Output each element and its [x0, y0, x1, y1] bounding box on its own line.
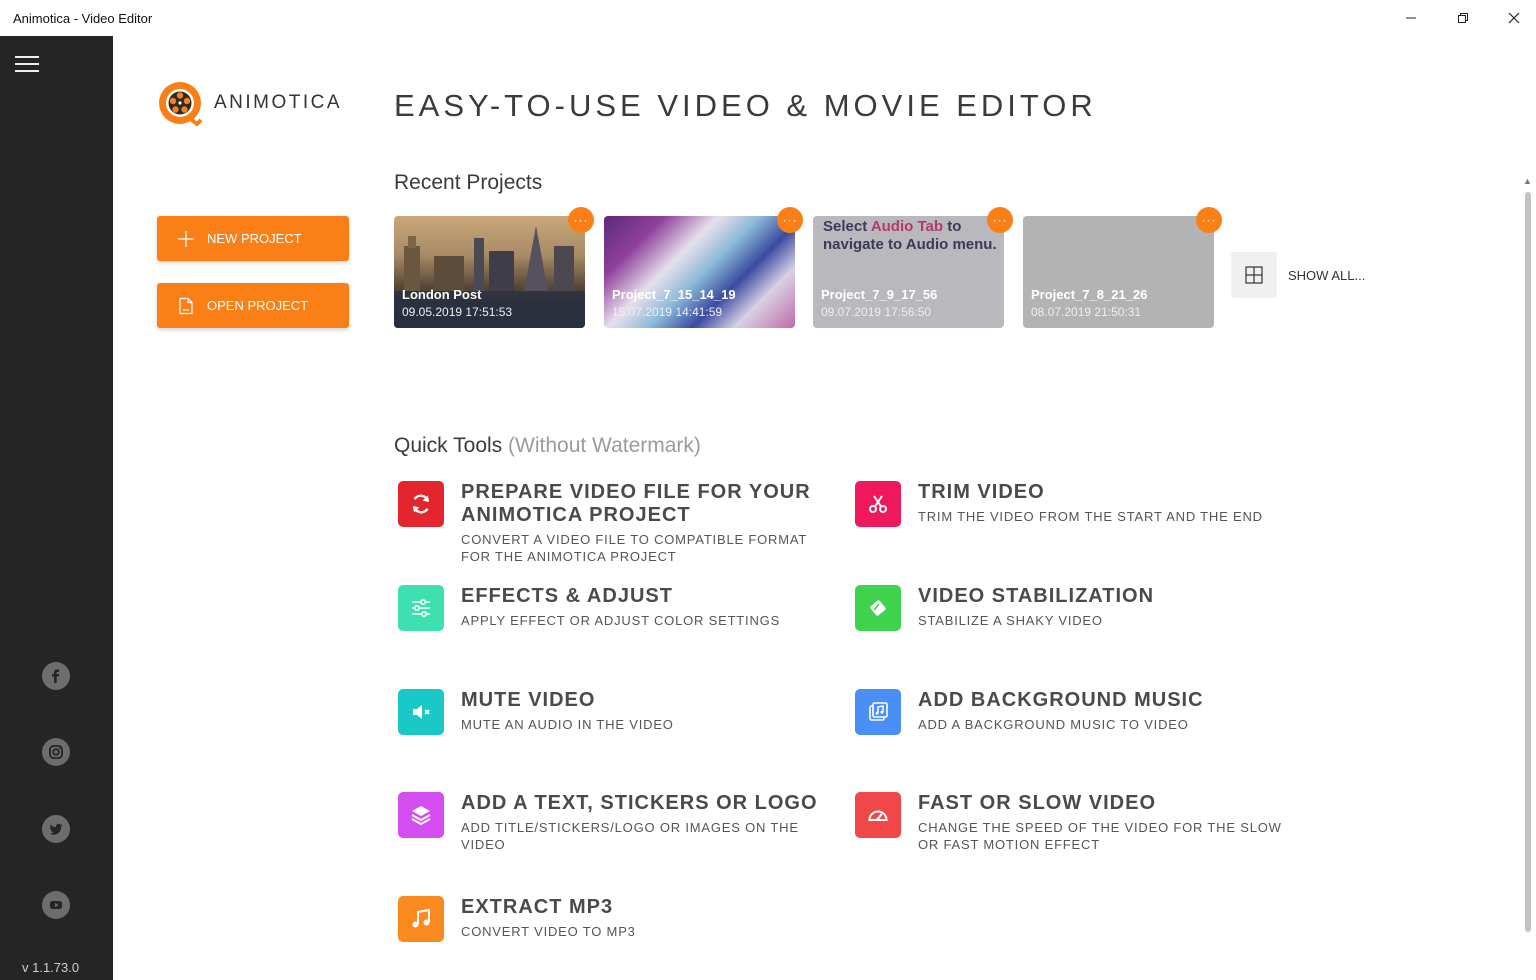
tool-title: MUTE VIDEO	[461, 689, 596, 711]
film-reel-icon	[159, 82, 203, 126]
ellipsis-icon: ···	[992, 213, 1008, 227]
music-library-icon	[855, 689, 901, 735]
tool-extract-mp3[interactable]: EXTRACT MP3 CONVERT VIDEO TO MP3	[398, 896, 838, 942]
tool-desc: STABILIZE A SHAKY VIDEO	[918, 613, 1103, 628]
vertical-scrollbar[interactable]: ▲	[1520, 172, 1536, 980]
tool-add-text-stickers[interactable]: ADD A TEXT, STICKERS OR LOGO ADD TITLE/S…	[398, 792, 838, 853]
tool-title: EFFECTS & ADJUST	[461, 585, 673, 607]
scissors-icon	[855, 481, 901, 527]
tool-desc: TRIM THE VIDEO FROM THE START AND THE EN…	[918, 509, 1263, 524]
project-card[interactable]: London Post 09.05.2019 17:51:53	[394, 216, 585, 328]
new-project-button[interactable]: NEW PROJECT	[157, 216, 349, 261]
restore-icon	[1458, 13, 1468, 23]
tool-title: ADD BACKGROUND MUSIC	[918, 689, 1204, 711]
tool-desc: CONVERT A VIDEO FILE TO COMPATIBLE FORMA…	[461, 532, 807, 564]
instagram-icon[interactable]	[42, 738, 70, 766]
tool-title: VIDEO STABILIZATION	[918, 585, 1155, 607]
scroll-thumb[interactable]	[1525, 192, 1531, 932]
project-name: Project_7_9_17_56	[821, 287, 938, 302]
tool-desc: CONVERT VIDEO TO MP3	[461, 924, 636, 939]
minimize-button[interactable]	[1385, 0, 1437, 36]
project-card[interactable]: Select Audio Tab to navigate to Audio me…	[813, 216, 1004, 328]
title-bar: Animotica - Video Editor	[0, 0, 1536, 36]
ellipsis-icon: ···	[1201, 213, 1217, 227]
version-label: v 1.1.73.0	[22, 960, 80, 975]
restore-button[interactable]	[1437, 0, 1489, 36]
ellipsis-icon: ···	[573, 213, 589, 227]
tool-desc: ADD TITLE/STICKERS/LOGO OR IMAGES ON THE…	[461, 820, 799, 852]
tool-title: FAST OR SLOW VIDEO	[918, 792, 1157, 814]
grid-icon	[1231, 252, 1277, 298]
project-card[interactable]: Project_7_8_21_26 08.07.2019 21:50:31	[1023, 216, 1214, 328]
open-project-button[interactable]: OPEN PROJECT	[157, 283, 349, 328]
tool-title: EXTRACT MP3	[461, 896, 614, 918]
project-card[interactable]: Project_7_15_14_19 15.07.2019 14:41:59	[604, 216, 795, 328]
file-icon	[179, 297, 193, 314]
sidebar: v 1.1.73.0	[0, 36, 113, 980]
sliders-icon	[398, 585, 444, 631]
open-project-label: OPEN PROJECT	[207, 298, 309, 313]
hamburger-menu-icon[interactable]	[15, 56, 39, 74]
speaker-mute-icon	[398, 689, 444, 735]
twitter-icon[interactable]	[42, 815, 70, 843]
facebook-icon[interactable]	[42, 662, 70, 690]
tool-desc: APPLY EFFECT OR ADJUST COLOR SETTINGS	[461, 613, 781, 628]
stabilize-icon	[855, 585, 901, 631]
tool-title: PREPARE VIDEO FILE FOR YOUR ANIMOTICA PR…	[461, 481, 811, 526]
tool-title: TRIM VIDEO	[918, 481, 1045, 503]
close-icon	[1508, 12, 1520, 24]
project-more-button[interactable]: ···	[987, 207, 1013, 233]
window-title: Animotica - Video Editor	[13, 11, 153, 26]
tool-desc: ADD A BACKGROUND MUSIC TO VIDEO	[918, 717, 1189, 732]
new-project-label: NEW PROJECT	[207, 231, 302, 246]
tool-fast-slow-video[interactable]: FAST OR SLOW VIDEO CHANGE THE SPEED OF T…	[855, 792, 1295, 853]
project-name: London Post	[402, 287, 482, 302]
page-title: EASY-TO-USE VIDEO & MOVIE EDITOR	[394, 88, 1097, 123]
quick-tools-title: Quick Tools (Without Watermark)	[394, 434, 701, 457]
tool-add-background-music[interactable]: ADD BACKGROUND MUSIC ADD A BACKGROUND MU…	[855, 689, 1295, 735]
scroll-up-icon[interactable]: ▲	[1523, 176, 1532, 186]
project-name: Project_7_8_21_26	[1031, 287, 1148, 302]
brand-logo: ANIMOTICA	[157, 80, 342, 126]
project-name: Project_7_15_14_19	[612, 287, 736, 302]
project-more-button[interactable]: ···	[568, 207, 594, 233]
project-date: 15.07.2019 14:41:59	[612, 305, 723, 319]
project-more-button[interactable]: ···	[1196, 207, 1222, 233]
minimize-icon	[1406, 17, 1416, 19]
project-date: 09.07.2019 17:56:50	[821, 305, 932, 319]
tool-video-stabilization[interactable]: VIDEO STABILIZATION STABILIZE A SHAKY VI…	[855, 585, 1295, 631]
plus-icon	[178, 230, 194, 247]
show-all-button[interactable]: SHOW ALL...	[1231, 252, 1365, 298]
tool-desc: MUTE AN AUDIO IN THE VIDEO	[461, 717, 674, 732]
youtube-icon[interactable]	[42, 891, 70, 919]
project-note: Select Audio Tab to navigate to Audio me…	[823, 218, 997, 253]
ellipsis-icon: ···	[782, 213, 798, 227]
speedometer-icon	[855, 792, 901, 838]
project-date: 08.07.2019 21:50:31	[1031, 305, 1142, 319]
project-date: 09.05.2019 17:51:53	[402, 305, 513, 319]
tool-mute-video[interactable]: MUTE VIDEO MUTE AN AUDIO IN THE VIDEO	[398, 689, 838, 735]
close-button[interactable]	[1488, 0, 1536, 36]
tool-title: ADD A TEXT, STICKERS OR LOGO	[461, 792, 818, 814]
quick-tools-subtitle: (Without Watermark)	[508, 434, 701, 457]
brand-name: ANIMOTICA	[214, 92, 343, 113]
layers-icon	[398, 792, 444, 838]
tool-effects-adjust[interactable]: EFFECTS & ADJUST APPLY EFFECT OR ADJUST …	[398, 585, 838, 631]
project-more-button[interactable]: ···	[777, 207, 803, 233]
refresh-icon	[398, 481, 444, 527]
music-note-icon	[398, 896, 444, 942]
show-all-label: SHOW ALL...	[1288, 267, 1366, 283]
tool-prepare-video[interactable]: PREPARE VIDEO FILE FOR YOUR ANIMOTICA PR…	[398, 481, 838, 565]
recent-projects-title: Recent Projects	[394, 171, 543, 194]
tool-desc: CHANGE THE SPEED OF THE VIDEO FOR THE SL…	[918, 820, 1282, 852]
tool-trim-video[interactable]: TRIM VIDEO TRIM THE VIDEO FROM THE START…	[855, 481, 1295, 527]
